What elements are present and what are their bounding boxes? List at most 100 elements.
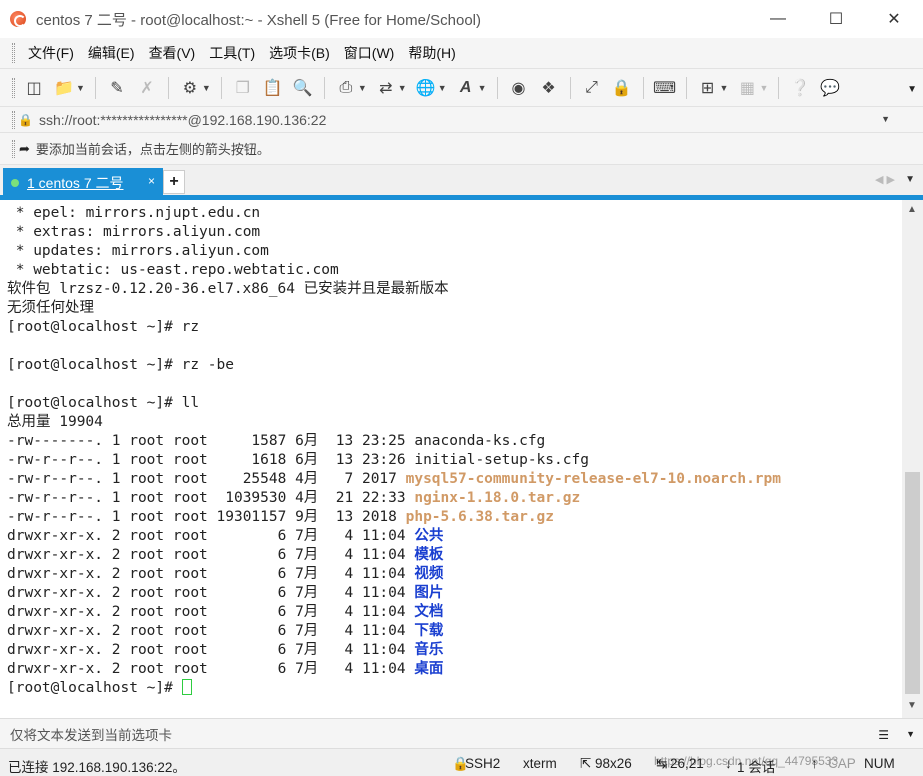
- open-folder-icon[interactable]: 📁: [53, 77, 75, 99]
- terminal-text: -rw-r--r--. 1 root root 1039530 4月 21 22…: [7, 490, 415, 506]
- tab-label: 1 centos 7 二号: [27, 174, 124, 191]
- properties-dropdown-icon[interactable]: ▼: [202, 83, 211, 93]
- find-icon[interactable]: 🔍: [292, 77, 314, 99]
- tab-bar: 1 centos 7 二号 × + ◀ ▶ ▼: [0, 164, 923, 197]
- directory-name: 公共: [414, 528, 444, 544]
- new-session-icon[interactable]: ◫: [23, 77, 45, 99]
- properties-icon[interactable]: ⚙: [179, 77, 201, 99]
- transfer-dropdown-icon[interactable]: ▼: [398, 83, 407, 93]
- lock-icon[interactable]: 🔒: [611, 77, 633, 99]
- scroll-up-icon[interactable]: ▲: [907, 204, 917, 215]
- tab-close-icon[interactable]: ×: [148, 174, 155, 188]
- compose-bar[interactable]: 仅将文本发送到当前选项卡 ☰ ▼: [0, 718, 923, 748]
- terminal-line: -rw-r--r--. 1 root root 25548 4月 7 2017 …: [7, 470, 902, 489]
- status-num: NUM: [864, 756, 895, 771]
- menu-edit[interactable]: 编辑(E): [81, 43, 142, 63]
- menu-grip: [12, 43, 15, 63]
- compose-dropdown-icon[interactable]: ▼: [906, 729, 915, 739]
- globe-dropdown-icon[interactable]: ▼: [438, 83, 447, 93]
- menu-bar: 文件(F) 编辑(E) 查看(V) 工具(T) 选项卡(B) 窗口(W) 帮助(…: [0, 38, 923, 68]
- layout-icon[interactable]: ▦: [736, 77, 758, 99]
- xshell-logo-icon: [10, 11, 26, 27]
- status-bar: 已连接 192.168.190.136:22。 🔒 SSH2 xterm ⇱ 9…: [0, 748, 923, 776]
- terminal-prompt: [root@localhost ~]#: [7, 680, 182, 696]
- terminal-line: drwxr-xr-x. 2 root root 6 7月 4 11:04 图片: [7, 584, 902, 603]
- menu-tabs[interactable]: 选项卡(B): [262, 43, 337, 63]
- address-grip: [12, 110, 15, 129]
- menu-tools[interactable]: 工具(T): [202, 43, 262, 63]
- new-tab-button[interactable]: +: [163, 170, 185, 194]
- disconnect-icon[interactable]: ✎: [106, 77, 128, 99]
- chat-icon[interactable]: 💬: [819, 77, 841, 99]
- copy-icon[interactable]: ❐: [232, 77, 254, 99]
- fullscreen-icon[interactable]: ⤢: [581, 77, 603, 99]
- address-dropdown-icon[interactable]: ▼: [881, 114, 890, 124]
- terminal-line: * extras: mirrors.aliyun.com: [7, 223, 902, 242]
- terminal-output[interactable]: * epel: mirrors.njupt.edu.cn * extras: m…: [0, 200, 902, 718]
- status-protocol: SSH2: [465, 756, 501, 771]
- layout-dropdown-icon[interactable]: ▼: [759, 83, 768, 93]
- compose-menu-icon[interactable]: ☰: [878, 728, 889, 742]
- maximize-button[interactable]: ☐: [807, 0, 865, 38]
- toolbar-separator: [685, 76, 687, 99]
- help-icon[interactable]: ❔: [789, 77, 811, 99]
- tab-scroll-arrows-icon[interactable]: ◀ ▶: [875, 173, 895, 186]
- terminal-text: [root@localhost ~]# rz -be: [7, 357, 234, 373]
- toolbar-separator: [642, 76, 644, 99]
- arrow-icon[interactable]: ➦: [19, 141, 30, 157]
- connected-status-icon: [11, 178, 19, 187]
- scrollbar-thumb[interactable]: [905, 472, 920, 694]
- window-title: centos 7 二号 - root@localhost:~ - Xshell …: [36, 11, 481, 29]
- archive-name: nginx-1.18.0.tar.gz: [414, 490, 581, 506]
- terminal-scrollbar[interactable]: ▲ ▼: [902, 200, 923, 718]
- toolbar-overflow-icon[interactable]: ▼: [907, 84, 917, 95]
- toolbar-separator: [778, 76, 780, 99]
- open-dropdown-icon[interactable]: ▼: [76, 83, 85, 93]
- add-tab-icon[interactable]: ⊞: [697, 77, 719, 99]
- xftp-icon[interactable]: ◉: [508, 77, 530, 99]
- scroll-down-icon[interactable]: ▼: [907, 700, 917, 711]
- session-hint-bar: ➦ 要添加当前会话，点击左侧的箭头按钮。: [0, 132, 923, 164]
- font-icon[interactable]: A: [455, 77, 477, 99]
- status-size: 98x26: [595, 756, 632, 771]
- terminal-text: * extras: mirrors.aliyun.com: [7, 224, 261, 240]
- menu-file[interactable]: 文件(F): [21, 43, 81, 63]
- terminal-line: 软件包 lrzsz-0.12.20-36.el7.x86_64 已安装并且是最新…: [7, 280, 902, 299]
- terminal-line: drwxr-xr-x. 2 root root 6 7月 4 11:04 视频: [7, 565, 902, 584]
- terminal-line: drwxr-xr-x. 2 root root 6 7月 4 11:04 下载: [7, 622, 902, 641]
- terminal-text: -rw-------. 1 root root 1587 6月 13 23:25…: [7, 433, 546, 449]
- menu-view[interactable]: 查看(V): [142, 43, 203, 63]
- print-dropdown-icon[interactable]: ▼: [358, 83, 367, 93]
- toolbar-separator: [496, 76, 498, 99]
- print-icon[interactable]: ⎙: [335, 77, 357, 99]
- menu-help[interactable]: 帮助(H): [401, 43, 462, 63]
- menu-window[interactable]: 窗口(W): [337, 43, 402, 63]
- directory-name: 桌面: [414, 661, 444, 677]
- keyboard-icon[interactable]: ⌨: [653, 77, 676, 99]
- directory-name: 图片: [414, 585, 444, 601]
- add-tab-dropdown-icon[interactable]: ▼: [720, 83, 729, 93]
- tab-centos-7[interactable]: 1 centos 7 二号 ×: [3, 168, 163, 197]
- close-button[interactable]: ✕: [865, 0, 923, 38]
- toolbar-separator: [323, 76, 325, 99]
- font-dropdown-icon[interactable]: ▼: [478, 83, 487, 93]
- terminal-prompt-line[interactable]: [root@localhost ~]#: [7, 679, 902, 698]
- toolbar-separator: [220, 76, 222, 99]
- xmanager-icon[interactable]: ❖: [538, 77, 560, 99]
- reconnect-icon[interactable]: ✗: [136, 77, 158, 99]
- terminal-text: drwxr-xr-x. 2 root root 6 7月 4 11:04: [7, 642, 415, 658]
- terminal-text: drwxr-xr-x. 2 root root 6 7月 4 11:04: [7, 661, 415, 677]
- status-sessions: 1 会话: [737, 760, 776, 775]
- globe-icon[interactable]: 🌐: [415, 77, 437, 99]
- transfer-icon[interactable]: ⇄: [375, 77, 397, 99]
- tab-list-dropdown-icon[interactable]: ▼: [905, 174, 915, 185]
- directory-name: 文档: [414, 604, 444, 620]
- terminal-text: * webtatic: us-east.repo.webtatic.com: [7, 262, 339, 278]
- terminal-line: -rw-r--r--. 1 root root 1039530 4月 21 22…: [7, 489, 902, 508]
- address-field[interactable]: 🔒 ssh://root:****************@192.168.19…: [18, 109, 898, 131]
- terminal-text: -rw-r--r--. 1 root root 19301157 9月 13 2…: [7, 509, 406, 525]
- status-caps: CAP: [828, 756, 856, 771]
- terminal-line: -rw-------. 1 root root 1587 6月 13 23:25…: [7, 432, 902, 451]
- paste-icon[interactable]: 📋: [262, 77, 284, 99]
- minimize-button[interactable]: —: [749, 0, 807, 38]
